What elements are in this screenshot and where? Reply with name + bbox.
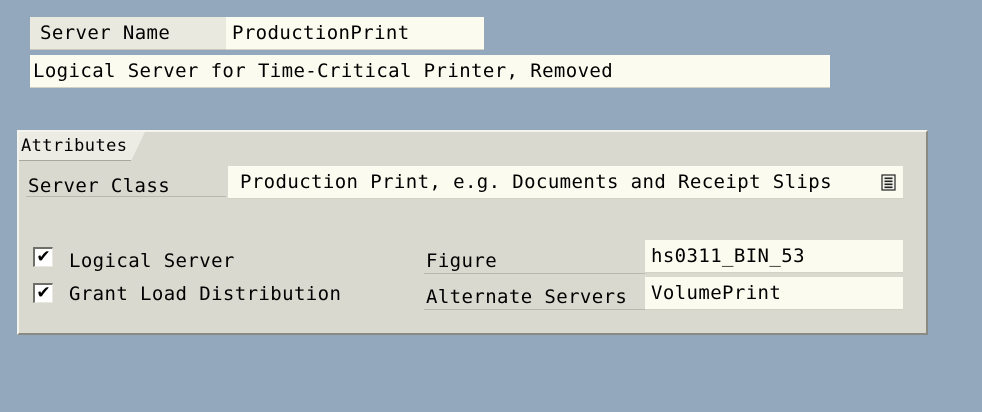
server-description-field[interactable]: Logical Server for Time-Critical Printer… <box>30 55 830 88</box>
figure-field[interactable]: hs0311_BIN_53 <box>645 240 903 273</box>
attributes-group-tab: Attributes <box>19 132 131 161</box>
server-description-value: Logical Server for Time-Critical Printer… <box>33 60 614 82</box>
checkmark-icon: ✔ <box>36 247 51 267</box>
alternate-servers-value: VolumePrint <box>651 282 782 304</box>
grant-load-distribution-checkbox[interactable]: ✔ <box>33 283 53 303</box>
server-name-field[interactable]: ProductionPrint <box>226 17 484 50</box>
server-name-value: ProductionPrint <box>232 22 410 44</box>
figure-label: Figure <box>426 250 498 272</box>
dropdown-list-icon[interactable] <box>880 173 896 191</box>
figure-label-underline <box>424 273 645 274</box>
figure-value: hs0311_BIN_53 <box>651 245 805 267</box>
server-class-value: Production Print, e.g. Documents and Rec… <box>240 171 832 193</box>
grant-load-distribution-label: Grant Load Distribution <box>69 283 342 305</box>
server-class-dropdown[interactable]: Production Print, e.g. Documents and Rec… <box>228 166 903 199</box>
alternate-servers-label: Alternate Servers <box>426 286 628 308</box>
attributes-tab-slant <box>131 132 145 161</box>
alternate-servers-field[interactable]: VolumePrint <box>645 277 903 310</box>
attributes-group-title: Attributes <box>21 135 128 156</box>
server-name-label-block: Server Name <box>30 17 226 50</box>
alternate-servers-label-underline <box>424 309 645 310</box>
server-name-label: Server Name <box>40 21 171 44</box>
logical-server-checkbox[interactable]: ✔ <box>33 247 53 267</box>
checkmark-icon: ✔ <box>36 283 51 303</box>
server-class-label: Server Class <box>28 175 171 197</box>
logical-server-label: Logical Server <box>69 250 235 272</box>
